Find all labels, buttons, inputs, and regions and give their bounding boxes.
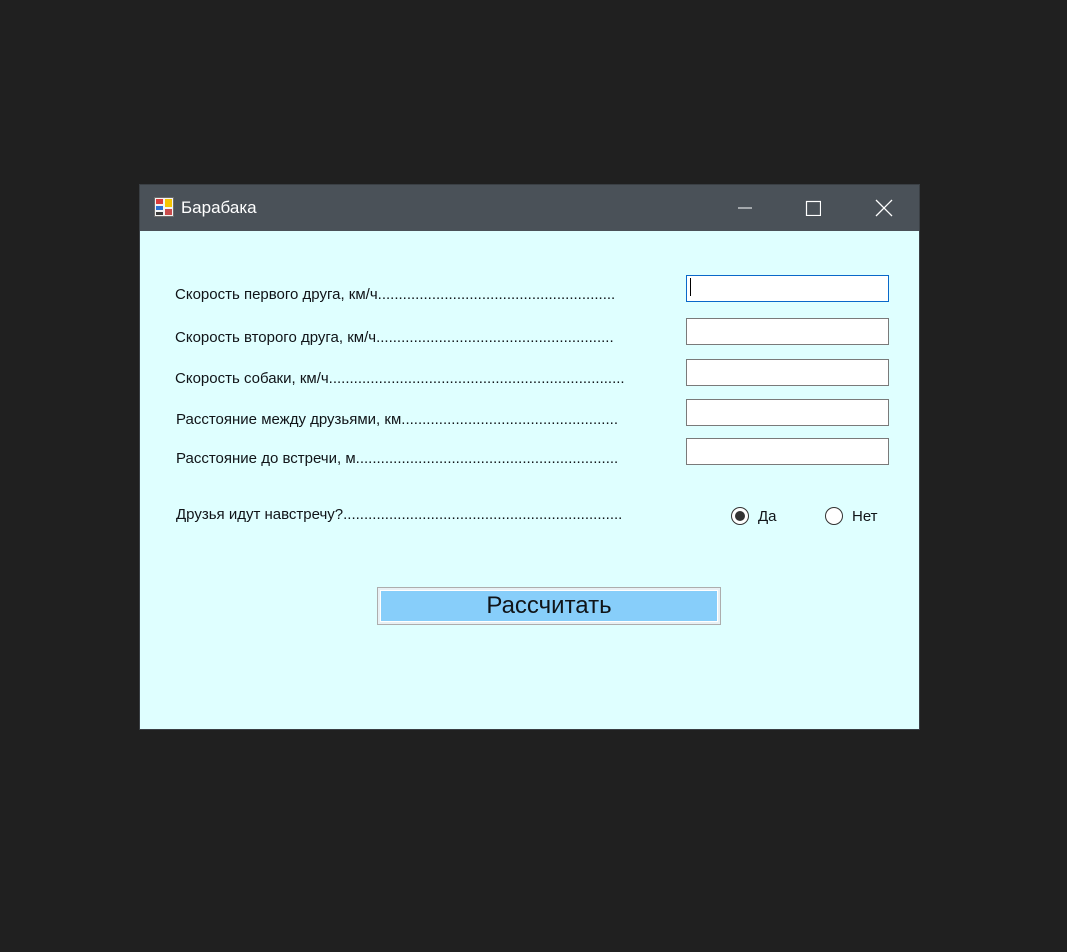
distance-between-input[interactable]	[686, 399, 889, 426]
title-bar[interactable]: Барабака	[140, 185, 919, 231]
speed-friend2-input[interactable]	[686, 318, 889, 345]
close-icon	[875, 199, 893, 217]
app-window: Барабака Скорость первого друга, км/ч...…	[140, 185, 919, 729]
close-button[interactable]	[849, 185, 919, 231]
calculate-button[interactable]: Рассчитать	[377, 587, 721, 625]
app-form-icon	[154, 197, 174, 217]
radio-no-circle[interactable]	[825, 507, 843, 525]
radio-selected-dot	[735, 511, 745, 521]
distance-meeting-input[interactable]	[686, 438, 889, 465]
radio-yes[interactable]: Да	[731, 507, 777, 525]
speed-dog-label: Скорость собаки, км/ч...................…	[175, 370, 625, 387]
minimize-icon	[738, 207, 752, 209]
speed-friend2-label: Скорость второго друга, км/ч............…	[175, 329, 614, 346]
calculate-button-label[interactable]: Рассчитать	[380, 590, 718, 622]
minimize-button[interactable]	[710, 185, 780, 231]
radio-yes-circle[interactable]	[731, 507, 749, 525]
distance-meeting-label: Расстояние до встречи, м................…	[176, 450, 619, 467]
distance-between-label: Расстояние между друзьями, км...........…	[176, 411, 618, 428]
text-caret	[690, 278, 691, 296]
radio-yes-label[interactable]: Да	[758, 508, 777, 525]
speed-dog-input[interactable]	[686, 359, 889, 386]
maximize-button[interactable]	[778, 185, 848, 231]
radio-no[interactable]: Нет	[825, 507, 878, 525]
speed-friend1-label: Скорость первого друга, км/ч............…	[175, 286, 616, 303]
maximize-icon	[805, 200, 821, 216]
speed-friend1-input[interactable]	[686, 275, 889, 302]
radio-no-label[interactable]: Нет	[852, 508, 878, 525]
direction-question-label: Друзья идут навстречу?..................…	[176, 506, 623, 523]
window-title: Барабака	[181, 198, 257, 217]
